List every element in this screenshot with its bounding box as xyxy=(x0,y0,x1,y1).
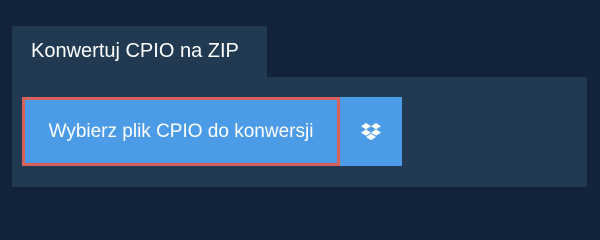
dropbox-icon xyxy=(361,122,381,141)
tab-convert-cpio-to-zip[interactable]: Konwertuj CPIO na ZIP xyxy=(12,26,267,77)
upload-group: Wybierz plik CPIO do konwersji xyxy=(22,97,402,166)
dropbox-button[interactable] xyxy=(340,97,402,166)
select-file-button[interactable]: Wybierz plik CPIO do konwersji xyxy=(22,97,340,166)
select-file-label: Wybierz plik CPIO do konwersji xyxy=(48,120,314,142)
tab-label: Konwertuj CPIO na ZIP xyxy=(31,40,239,62)
